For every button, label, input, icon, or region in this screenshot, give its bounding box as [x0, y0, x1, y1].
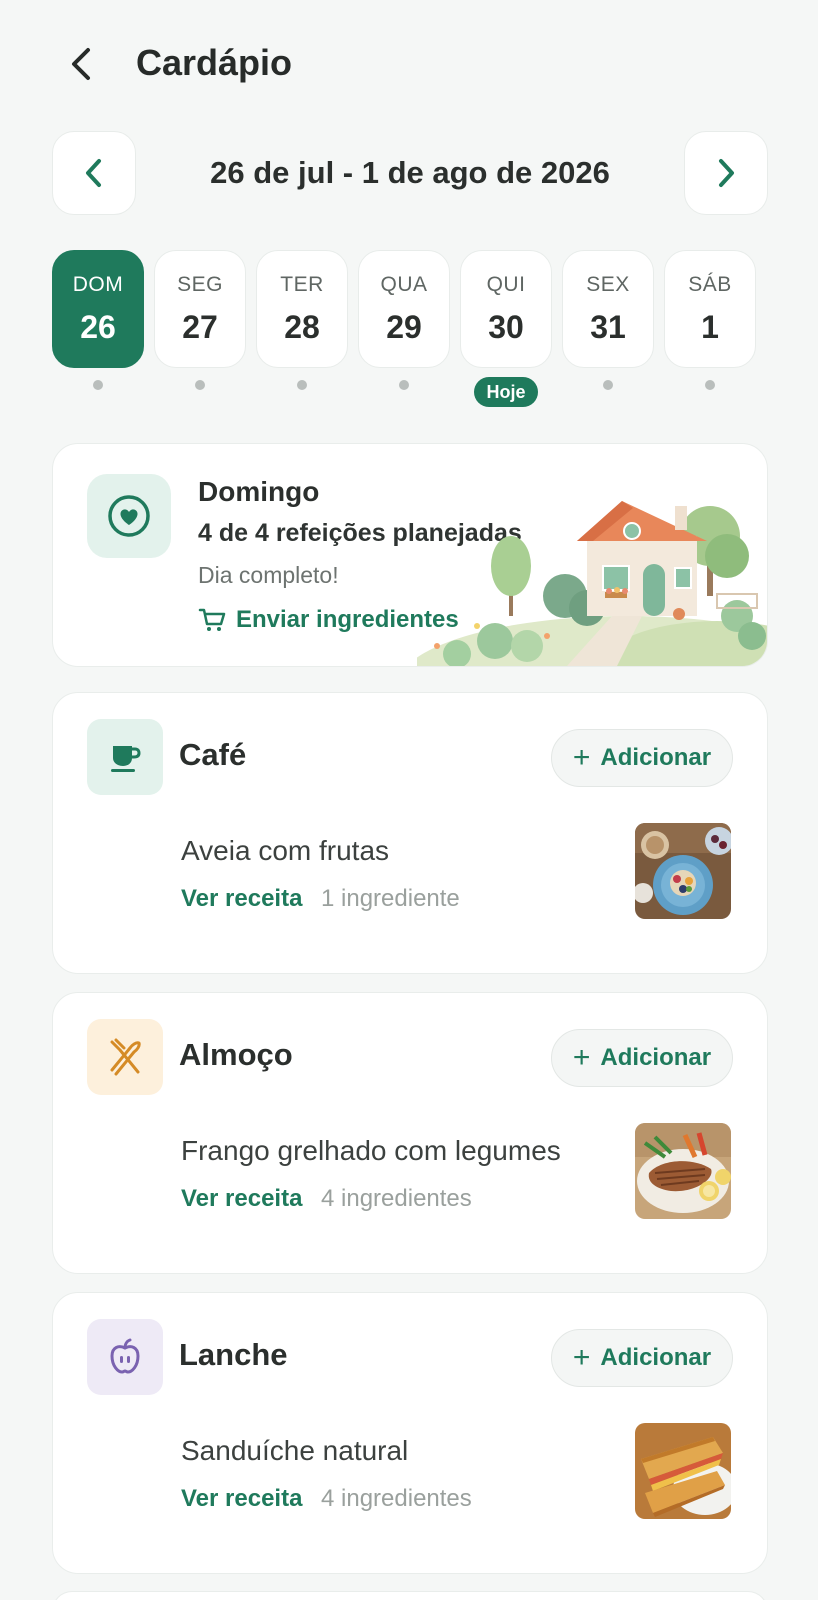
day-number: 1	[701, 309, 719, 345]
day-number: 30	[488, 309, 524, 345]
meal-icon-badge	[87, 719, 163, 795]
see-recipe-link[interactable]: Ver receita	[181, 885, 302, 913]
chevron-right-icon	[719, 159, 734, 187]
day-wednesday[interactable]: QUA 29	[358, 250, 450, 368]
next-week-button[interactable]	[684, 131, 768, 215]
dish-name: Frango grelhado com legumes	[181, 1135, 561, 1166]
ingredient-count: 4 ingredientes	[321, 1185, 472, 1212]
day-monday[interactable]: SEG 27	[154, 250, 246, 368]
day-indicator-dot	[93, 380, 103, 390]
day-label: QUI	[486, 273, 526, 296]
plus-icon: +	[572, 1341, 591, 1374]
meal-icon-badge	[87, 1019, 163, 1095]
chevron-left-icon	[72, 48, 90, 80]
house-illustration	[417, 501, 767, 666]
meal-card-lunch: Almoço + Adicionar Frango grelhado com l…	[52, 992, 768, 1274]
dish-photo-oatmeal[interactable]	[635, 823, 731, 919]
app-header: Cardápio	[0, 0, 818, 130]
shopping-cart-icon	[198, 608, 226, 631]
day-number: 27	[182, 309, 218, 345]
page-title: Cardápio	[136, 42, 293, 83]
add-breakfast-button[interactable]: + Adicionar	[551, 729, 733, 787]
meal-icon-badge	[87, 1319, 163, 1395]
day-tuesday[interactable]: TER 28	[256, 250, 348, 368]
day-summary-card: Domingo 4 de 4 refeições planejadas Dia …	[52, 443, 768, 667]
day-label: SÁB	[688, 273, 732, 296]
day-number: 31	[590, 309, 626, 345]
add-lunch-button[interactable]: + Adicionar	[551, 1029, 733, 1087]
day-saturday[interactable]: SÁB 1	[664, 250, 756, 368]
day-label: DOM	[72, 273, 124, 296]
day-indicator-dot	[603, 380, 613, 390]
day-label: QUA	[380, 273, 428, 296]
day-label: TER	[280, 273, 324, 296]
ingredient-count: 4 ingredientes	[321, 1485, 472, 1512]
plus-icon: +	[572, 741, 591, 774]
see-recipe-link[interactable]: Ver receita	[181, 1485, 302, 1513]
add-button-label: Adicionar	[600, 1044, 712, 1071]
see-recipe-link[interactable]: Ver receita	[181, 1185, 302, 1213]
meal-card-breakfast: Café + Adicionar Aveia com frutas Ver re…	[52, 692, 768, 974]
day-indicator-dot	[705, 380, 715, 390]
day-number: 28	[284, 309, 320, 345]
day-indicator-dot	[195, 380, 205, 390]
meal-name: Lanche	[179, 1337, 288, 1372]
day-indicator-dot	[399, 380, 409, 390]
cutlery-icon	[110, 1038, 141, 1076]
add-snack-button[interactable]: + Adicionar	[551, 1329, 733, 1387]
week-range-label: 26 de jul - 1 de ago de 2026	[210, 155, 610, 190]
chevron-left-icon	[86, 159, 101, 187]
plus-icon: +	[572, 1041, 591, 1074]
coffee-cup-icon	[111, 746, 141, 772]
dish-photo-sandwich[interactable]	[635, 1423, 731, 1519]
day-indicator-dot	[297, 380, 307, 390]
heart-icon	[108, 495, 150, 537]
add-button-label: Adicionar	[600, 744, 712, 771]
heart-icon-badge	[87, 474, 171, 558]
day-sunday[interactable]: DOM 26	[52, 250, 144, 368]
back-button[interactable]	[62, 42, 102, 86]
day-label: SEG	[177, 273, 223, 296]
day-thursday[interactable]: QUI 30	[460, 250, 552, 368]
dish-name: Aveia com frutas	[181, 835, 390, 866]
previous-week-button[interactable]	[52, 131, 136, 215]
apple-icon	[110, 1338, 140, 1374]
summary-status: Dia completo!	[198, 562, 339, 588]
day-selector: DOM 26 SEG 27 TER 28 QUA 29 QUI 30 Hoje …	[52, 250, 768, 410]
day-number: 29	[386, 309, 422, 345]
summary-day-name: Domingo	[198, 476, 320, 507]
day-number: 26	[80, 309, 116, 345]
meal-name: Almoço	[179, 1037, 293, 1072]
today-badge: Hoje	[474, 377, 538, 407]
meal-name: Café	[179, 737, 247, 772]
week-navigator: 26 de jul - 1 de ago de 2026	[52, 131, 768, 215]
ingredient-count: 1 ingrediente	[321, 885, 460, 912]
next-meal-card-peek	[52, 1591, 768, 1600]
day-label: SEX	[586, 273, 630, 296]
dish-name: Sanduíche natural	[181, 1435, 409, 1466]
day-friday[interactable]: SEX 31	[562, 250, 654, 368]
dish-photo-grilled-chicken[interactable]	[635, 1123, 731, 1219]
meal-card-snack: Lanche + Adicionar Sanduíche natural Ver…	[52, 1292, 768, 1574]
add-button-label: Adicionar	[600, 1344, 712, 1371]
